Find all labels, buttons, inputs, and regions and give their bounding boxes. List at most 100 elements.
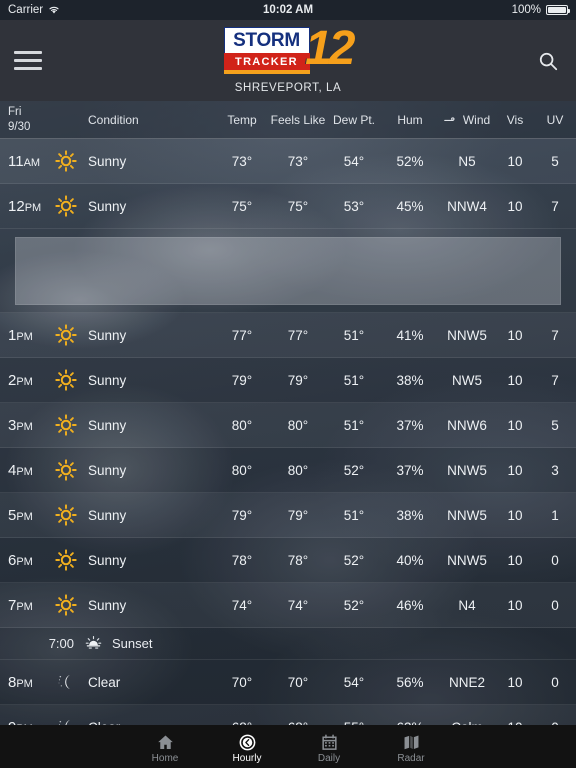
row-condition: Sunny xyxy=(82,373,214,388)
battery-full-icon xyxy=(546,5,568,15)
row-uv: 7 xyxy=(534,328,576,343)
row-visibility: 10 xyxy=(496,418,534,433)
map-icon xyxy=(402,733,421,752)
status-bar-clock: 10:02 AM xyxy=(0,4,576,16)
row-hour: 6 xyxy=(8,552,16,569)
row-condition-icon xyxy=(50,672,82,692)
city-label: SHREVEPORT, LA xyxy=(224,82,353,94)
row-condition-icon xyxy=(50,324,82,346)
table-row[interactable]: 5PMSunny79°79°51°38%NNW5101 xyxy=(0,493,576,538)
table-row[interactable]: 6PMSunny78°78°52°40%NNW5100 xyxy=(0,538,576,583)
row-time: 12PM xyxy=(0,198,50,215)
row-meridiem: PM xyxy=(16,511,33,523)
row-visibility: 10 xyxy=(496,553,534,568)
row-temp: 79° xyxy=(214,508,270,523)
sun-icon xyxy=(55,195,77,217)
table-row[interactable]: 7PMSunny74°74°52°46%N4100 xyxy=(0,583,576,628)
row-feels-like: 74° xyxy=(270,598,326,613)
row-dew-point: 53° xyxy=(326,199,382,214)
calendar-icon xyxy=(320,733,339,752)
row-visibility: 10 xyxy=(496,373,534,388)
row-feels-like: 78° xyxy=(270,553,326,568)
feels-like-column-header: Feels Like xyxy=(270,113,326,127)
row-hour: 12 xyxy=(8,198,25,215)
clock-icon xyxy=(238,733,257,752)
row-dew-point: 54° xyxy=(326,154,382,169)
row-condition-icon xyxy=(50,549,82,571)
row-feels-like: 70° xyxy=(270,675,326,690)
advertisement-placeholder[interactable] xyxy=(0,229,576,313)
row-hour: 8 xyxy=(8,674,16,691)
search-icon[interactable] xyxy=(530,43,566,79)
row-feels-like: 73° xyxy=(270,154,326,169)
dew-point-column-header: Dew Pt. xyxy=(326,113,382,127)
table-row[interactable]: 3PMSunny80°80°51°37%NNW6105 xyxy=(0,403,576,448)
row-temp: 79° xyxy=(214,373,270,388)
row-humidity: 46% xyxy=(382,598,438,613)
tab-daily[interactable]: Daily xyxy=(288,725,370,768)
advertisement-banner[interactable] xyxy=(15,237,561,305)
row-wind: N4 xyxy=(438,598,496,613)
battery-percent-label: 100% xyxy=(512,4,541,16)
row-visibility: 10 xyxy=(496,199,534,214)
row-dew-point: 52° xyxy=(326,463,382,478)
row-humidity: 41% xyxy=(382,328,438,343)
hamburger-menu-icon[interactable] xyxy=(8,44,48,78)
row-hour: 4 xyxy=(8,462,16,479)
sun-icon xyxy=(55,549,77,571)
row-feels-like: 80° xyxy=(270,418,326,433)
row-meridiem: PM xyxy=(16,556,33,568)
sunset-time: 7:00 xyxy=(0,636,82,651)
table-row[interactable]: 4PMSunny80°80°52°37%NNW5103 xyxy=(0,448,576,493)
table-row[interactable]: 2PMSunny79°79°51°38%NW5107 xyxy=(0,358,576,403)
logo-left-block: STORM TRACKER xyxy=(224,27,310,74)
row-dew-point: 52° xyxy=(326,598,382,613)
row-time: 3PM xyxy=(0,417,50,434)
row-wind: NNW6 xyxy=(438,418,496,433)
storm-tracker-12-logo: STORM TRACKER 12 xyxy=(224,27,353,74)
logo-channel-number: 12 xyxy=(305,25,352,73)
weekday-label: Fri xyxy=(8,105,21,119)
row-temp: 77° xyxy=(214,328,270,343)
row-dew-point: 52° xyxy=(326,553,382,568)
humidity-column-header: Hum xyxy=(382,113,438,127)
row-humidity: 56% xyxy=(382,675,438,690)
navigation-bar: STORM TRACKER 12 SHREVEPORT, LA xyxy=(0,20,576,101)
condition-column-header: Condition xyxy=(82,113,214,127)
row-meridiem: PM xyxy=(25,202,42,214)
tab-hourly[interactable]: Hourly xyxy=(206,725,288,768)
row-visibility: 10 xyxy=(496,508,534,523)
table-row[interactable]: 12PMSunny75°75°53°45%NNW4107 xyxy=(0,184,576,229)
date-label: 9/30 xyxy=(8,120,30,134)
row-time: 7PM xyxy=(0,597,50,614)
row-meridiem: PM xyxy=(16,331,33,343)
row-feels-like: 79° xyxy=(270,373,326,388)
row-condition-icon xyxy=(50,414,82,436)
table-row[interactable]: 1PMSunny77°77°51°41%NNW5107 xyxy=(0,313,576,358)
tab-radar[interactable]: Radar xyxy=(370,725,452,768)
row-wind: NNW4 xyxy=(438,199,496,214)
row-meridiem: PM xyxy=(16,421,33,433)
row-feels-like: 80° xyxy=(270,463,326,478)
visibility-column-header: Vis xyxy=(496,113,534,127)
table-row[interactable]: 11AMSunny73°73°54°52%N5105 xyxy=(0,139,576,184)
row-temp: 70° xyxy=(214,675,270,690)
tab-home[interactable]: Home xyxy=(124,725,206,768)
weather-app-screen: Carrier 10:02 AM 100% STORM xyxy=(0,0,576,768)
row-condition: Sunny xyxy=(82,199,214,214)
wifi-icon xyxy=(48,5,60,15)
row-wind: NNW5 xyxy=(438,463,496,478)
status-bar-right: 100% xyxy=(512,4,568,16)
row-visibility: 10 xyxy=(496,154,534,169)
row-wind: NNE2 xyxy=(438,675,496,690)
row-uv: 3 xyxy=(534,463,576,478)
row-humidity: 37% xyxy=(382,463,438,478)
row-condition: Sunny xyxy=(82,553,214,568)
logo-orange-stripe xyxy=(224,70,310,74)
row-condition: Sunny xyxy=(82,154,214,169)
row-dew-point: 51° xyxy=(326,418,382,433)
hourly-forecast-table: Fri 9/30 Condition Temp Feels Like Dew P… xyxy=(0,101,576,750)
table-row[interactable]: 8PMClear70°70°54°56%NNE2100 xyxy=(0,660,576,705)
row-dew-point: 51° xyxy=(326,373,382,388)
row-condition: Sunny xyxy=(82,598,214,613)
